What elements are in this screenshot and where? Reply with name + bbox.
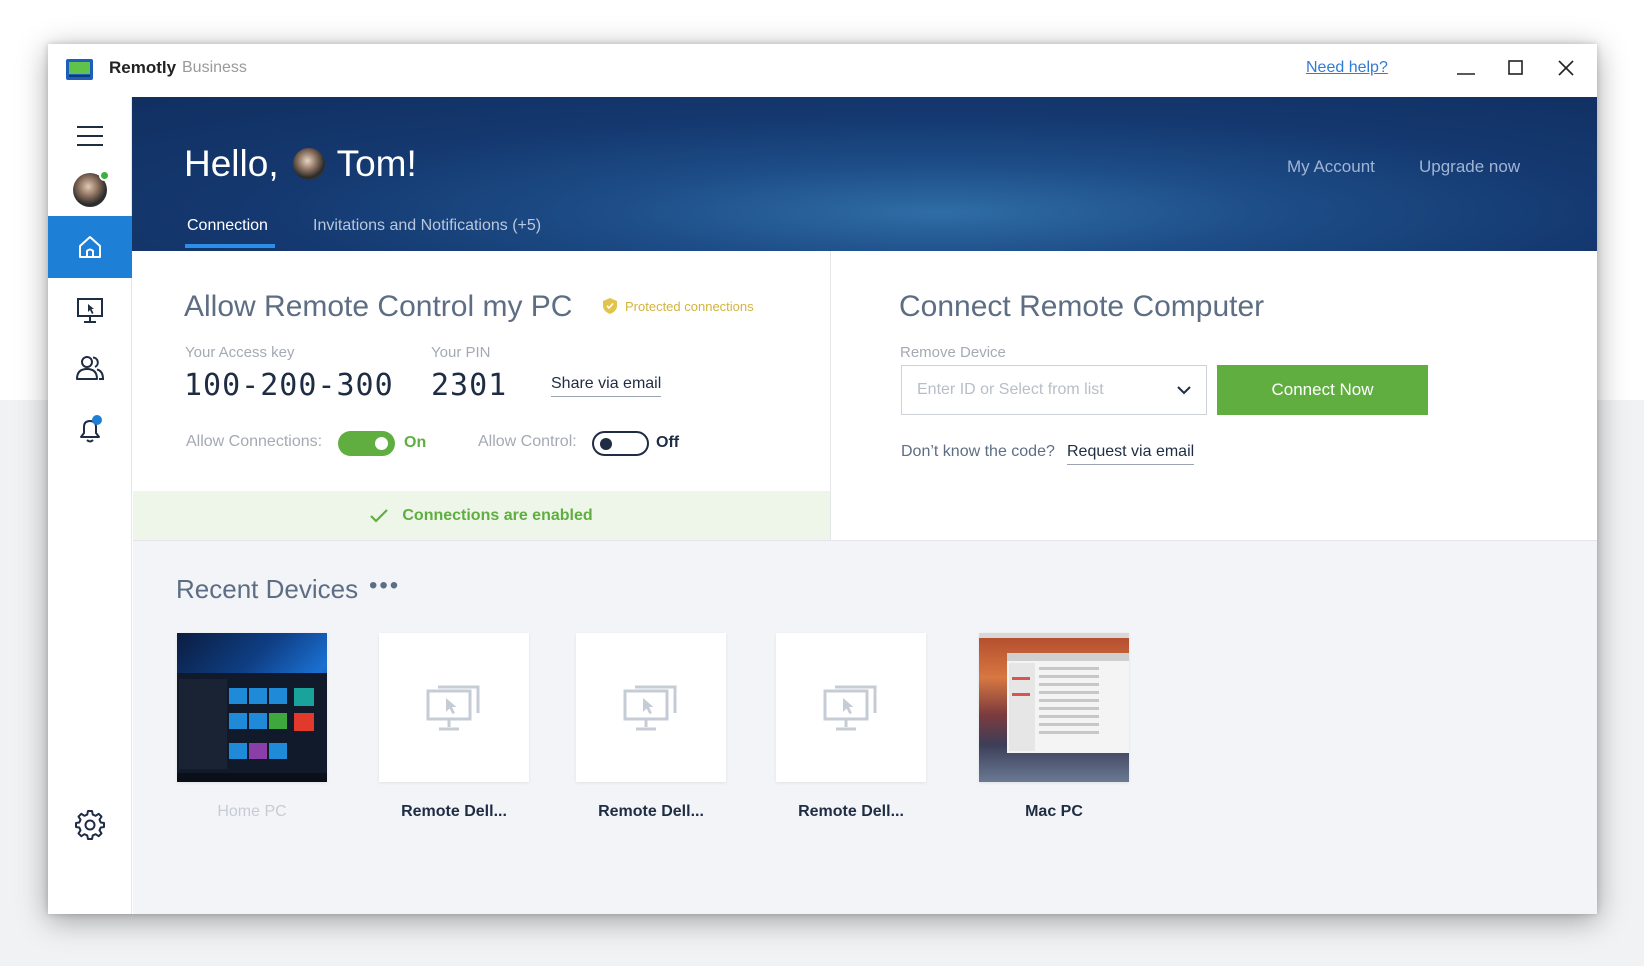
- allow-connections-label: Allow Connections:: [186, 433, 323, 450]
- avatar: [292, 148, 325, 180]
- online-status-dot: [99, 170, 110, 181]
- maximize-button[interactable]: [1498, 54, 1534, 84]
- allow-control-toggle[interactable]: [592, 431, 649, 456]
- dont-know-code-text: Don’t know the code?: [901, 443, 1055, 460]
- toggle-knob: [600, 438, 612, 450]
- allow-panel-title: Allow Remote Control my PC: [184, 290, 573, 323]
- pin-value: 2301: [431, 368, 508, 403]
- shield-icon: [603, 298, 617, 314]
- header-banner: Hello, Tom! My Account Upgrade now Conne…: [132, 97, 1597, 251]
- tab-connection[interactable]: Connection: [185, 217, 275, 248]
- sidebar-item-contacts[interactable]: [48, 337, 132, 399]
- greeting-prefix: Hello,: [184, 143, 279, 184]
- mac-screenshot-thumbnail: [979, 633, 1129, 782]
- share-via-email-link[interactable]: Share via email: [551, 375, 662, 397]
- device-card[interactable]: Remote Dell...: [379, 633, 529, 821]
- device-card[interactable]: Home PC: [177, 633, 327, 821]
- connection-status-text: Connections are enabled: [402, 506, 593, 524]
- tab-connection-label: Connection: [187, 217, 268, 234]
- remote-device-select[interactable]: Enter ID or Select from list: [901, 365, 1207, 415]
- remote-desktop-icon: [77, 298, 103, 323]
- greeting: Hello, Tom!: [184, 143, 417, 185]
- sidebar-item-home[interactable]: [48, 216, 132, 278]
- sidebar-menu-button[interactable]: [48, 105, 132, 167]
- maximize-icon: [1508, 60, 1523, 75]
- sidebar-item-notifications[interactable]: [48, 399, 132, 461]
- device-card[interactable]: Mac PC: [979, 633, 1129, 821]
- greeting-user-name: Tom!: [336, 143, 417, 184]
- mac-desktop-preview: [979, 633, 1129, 753]
- pin-label: Your PIN: [431, 344, 491, 361]
- remote-device-placeholder: Enter ID or Select from list: [917, 381, 1104, 398]
- remote-desktop-icon: [823, 685, 877, 730]
- upgrade-now-link[interactable]: Upgrade now: [1419, 157, 1520, 177]
- allow-control-state: Off: [656, 434, 680, 451]
- device-card[interactable]: Remote Dell...: [776, 633, 926, 821]
- device-name: Remote Dell...: [598, 803, 704, 820]
- sidebar-item-remote-devices[interactable]: [48, 280, 132, 342]
- close-icon: [1558, 60, 1574, 76]
- sidebar-item-settings[interactable]: [48, 794, 132, 856]
- active-tab-indicator: [185, 244, 275, 248]
- remote-desktop-icon: [623, 685, 677, 730]
- device-name: Remote Dell...: [798, 803, 904, 820]
- access-key-value: 100-200-300: [184, 368, 394, 403]
- access-key-label: Your Access key: [185, 344, 295, 361]
- protected-connections-label: Protected connections: [625, 298, 754, 314]
- device-thumbnail: [776, 633, 926, 782]
- allow-connections-state: On: [404, 434, 427, 451]
- recent-devices-title: Recent Devices: [176, 574, 359, 604]
- connect-now-button[interactable]: Connect Now: [1217, 365, 1428, 415]
- windows-desktop-preview: [177, 673, 327, 782]
- title-bar: Remotly Business Need help?: [48, 44, 1597, 97]
- toggle-knob: [375, 437, 388, 450]
- device-name: Home PC: [217, 803, 287, 820]
- minimize-button[interactable]: [1448, 54, 1484, 84]
- need-help-link[interactable]: Need help?: [1306, 59, 1388, 77]
- panel-divider: [830, 251, 831, 540]
- device-thumbnail: [379, 633, 529, 782]
- sidebar-profile[interactable]: [48, 159, 132, 221]
- connection-status-bar: Connections are enabled: [133, 491, 830, 540]
- bell-icon: [80, 415, 102, 443]
- my-account-link[interactable]: My Account: [1287, 157, 1375, 177]
- recent-devices-section: Recent Devices ••• Home PC Remote Dell..…: [133, 540, 1597, 914]
- protected-connections-badge: Protected connections: [603, 298, 754, 314]
- windows-screenshot-thumbnail: [177, 633, 327, 782]
- app-name: Remotly: [109, 58, 177, 77]
- menu-icon: [77, 126, 103, 146]
- close-button[interactable]: [1548, 54, 1584, 84]
- contacts-icon: [76, 356, 105, 380]
- app-edition: Business: [182, 59, 247, 76]
- tab-invitations[interactable]: Invitations and Notifications (+5): [313, 217, 541, 235]
- minimize-icon: [1457, 73, 1475, 75]
- app-logo-icon: [66, 59, 93, 80]
- home-icon: [79, 236, 101, 258]
- device-name: Mac PC: [1025, 803, 1083, 820]
- tab-invitations-label: Invitations and Notifications (+5): [313, 217, 542, 234]
- device-card[interactable]: Remote Dell...: [576, 633, 726, 821]
- allow-control-label: Allow Control:: [478, 433, 577, 450]
- allow-connections-toggle[interactable]: [338, 431, 395, 456]
- connect-panel-title: Connect Remote Computer: [899, 290, 1265, 323]
- gear-icon: [75, 810, 105, 840]
- remote-desktop-icon: [426, 685, 480, 730]
- remote-device-label: Remove Device: [900, 344, 1006, 361]
- more-options-button[interactable]: •••: [369, 574, 400, 598]
- device-name: Remote Dell...: [401, 803, 507, 820]
- avatar: [73, 170, 110, 207]
- app-window: Remotly Business Need help? Hello, Tom! …: [48, 44, 1597, 914]
- checkmark-icon: [370, 508, 389, 523]
- chevron-down-icon: [1177, 386, 1191, 395]
- request-via-email-link[interactable]: Request via email: [1067, 443, 1195, 465]
- device-thumbnail: [576, 633, 726, 782]
